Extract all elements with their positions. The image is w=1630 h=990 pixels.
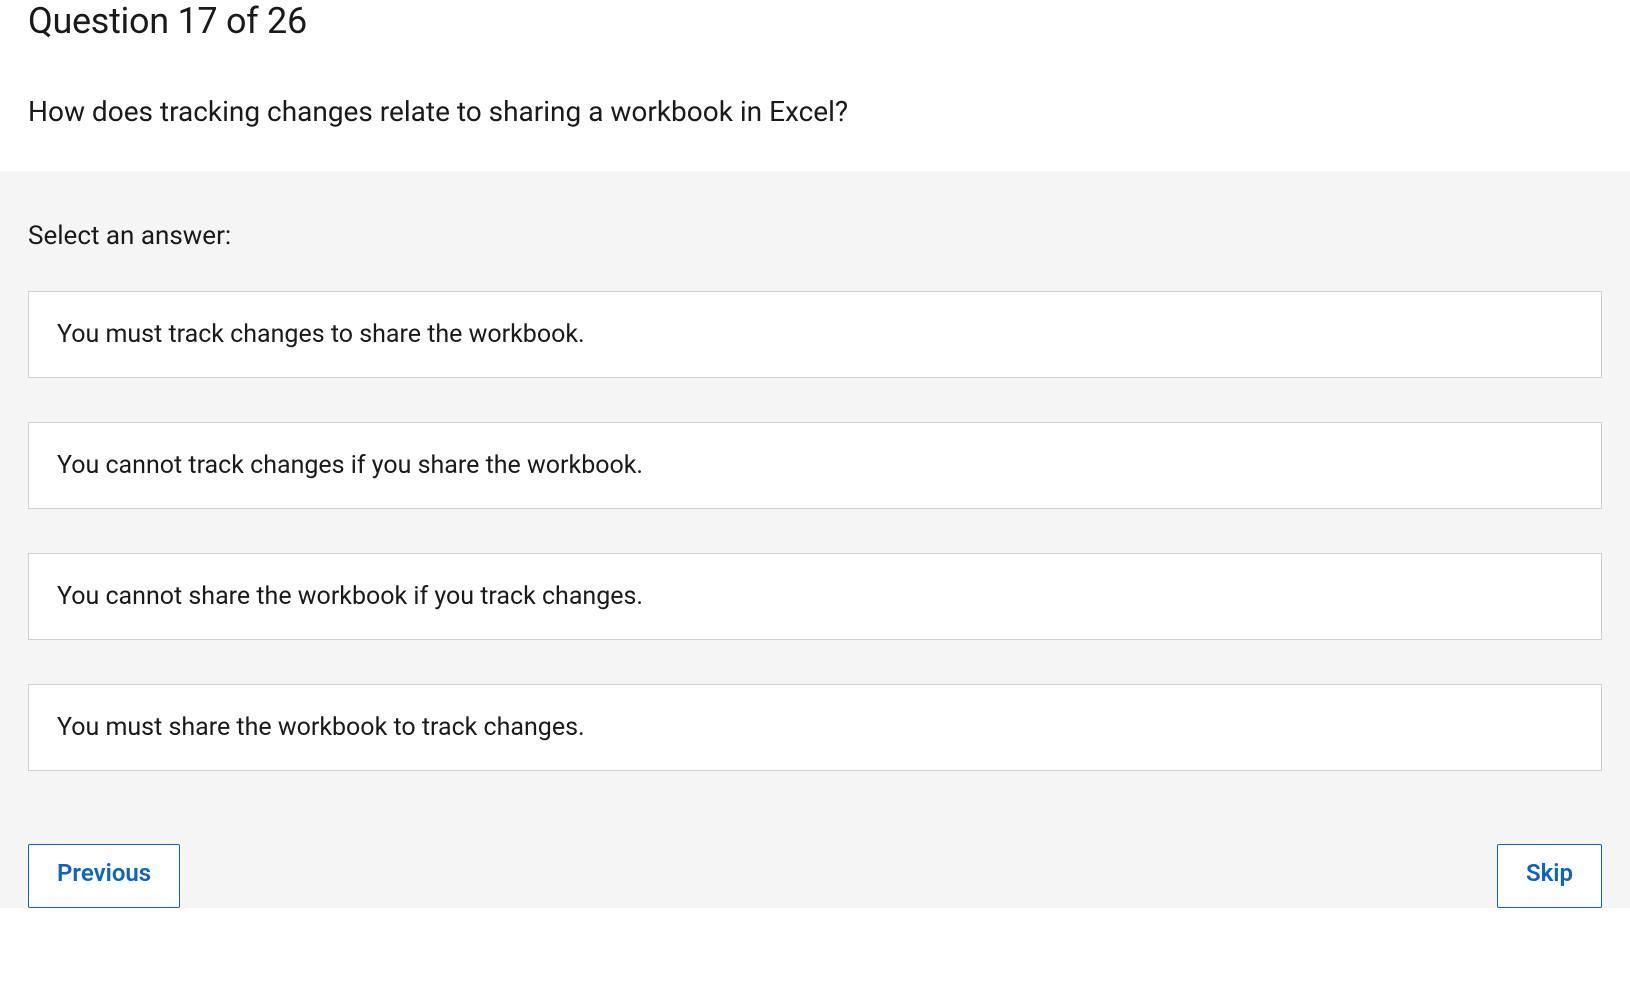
question-number: Question 17 of 26 xyxy=(28,0,1602,42)
answer-option-0[interactable]: You must track changes to share the work… xyxy=(28,291,1602,378)
answer-option-1[interactable]: You cannot track changes if you share th… xyxy=(28,422,1602,509)
answer-section: Select an answer: You must track changes… xyxy=(0,171,1630,796)
answer-option-2[interactable]: You cannot share the workbook if you tra… xyxy=(28,553,1602,640)
select-answer-label: Select an answer: xyxy=(28,221,1602,251)
answer-option-3[interactable]: You must share the workbook to track cha… xyxy=(28,684,1602,771)
question-header: Question 17 of 26 How does tracking chan… xyxy=(0,0,1630,171)
skip-button[interactable]: Skip xyxy=(1497,844,1602,908)
question-text: How does tracking changes relate to shar… xyxy=(28,92,1602,131)
previous-button[interactable]: Previous xyxy=(28,844,180,908)
nav-section: Previous Skip xyxy=(0,796,1630,908)
answer-options-container: You must track changes to share the work… xyxy=(28,291,1602,771)
